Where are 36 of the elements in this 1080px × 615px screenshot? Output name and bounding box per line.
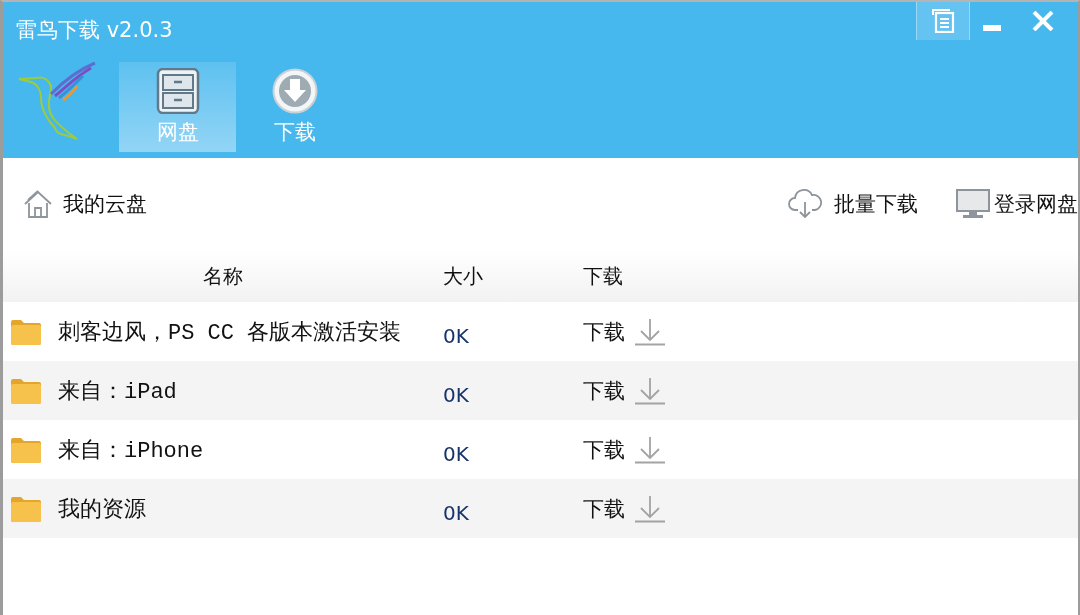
menu-icon xyxy=(931,9,955,33)
column-header[interactable]: 大小 xyxy=(443,262,483,290)
window-title: 雷鸟下载 v2.0.3 xyxy=(15,17,173,44)
minimize-icon xyxy=(983,25,1001,31)
download-arrow-icon xyxy=(635,435,665,464)
file-size: 0K xyxy=(443,382,469,407)
login-drive-button[interactable]: 登录网盘 xyxy=(956,189,1078,219)
download-link[interactable]: 下载 xyxy=(583,317,665,346)
download-arrow-icon xyxy=(635,317,665,346)
file-size: 0K xyxy=(443,500,469,525)
download-arrow-icon xyxy=(635,494,665,523)
download-link[interactable]: 下载 xyxy=(583,376,665,405)
menu-button[interactable] xyxy=(916,2,970,40)
close-icon xyxy=(1032,11,1054,31)
batch-download-button[interactable]: 批量下载 xyxy=(788,189,918,219)
folder-icon xyxy=(10,317,42,346)
drawer-cabinet-icon xyxy=(154,68,201,114)
folder-name[interactable]: 来自：iPhone xyxy=(58,434,204,465)
home-breadcrumb-link[interactable]: 我的云盘 xyxy=(23,189,147,219)
cloud-download-icon xyxy=(788,189,822,219)
folder-icon xyxy=(10,376,42,405)
download-link[interactable]: 下载 xyxy=(583,435,665,464)
file-size: 0K xyxy=(443,441,469,466)
folder-icon xyxy=(10,494,42,523)
folder-icon xyxy=(10,435,42,464)
column-header[interactable]: 下载 xyxy=(581,262,623,290)
folder-name[interactable]: 来自：iPad xyxy=(58,375,177,406)
folder-name[interactable]: 我的资源 xyxy=(58,493,146,524)
download-link[interactable]: 下载 xyxy=(583,494,665,523)
home-icon xyxy=(23,189,53,219)
column-header[interactable]: 名称 xyxy=(203,262,243,290)
monitor-icon xyxy=(956,189,990,219)
download-circle-icon xyxy=(271,68,318,114)
folder-name[interactable]: 刺客边风，PS CC 各版本激活安装 xyxy=(58,316,402,347)
file-size: 0K xyxy=(443,323,469,348)
download-arrow-icon xyxy=(635,376,665,405)
